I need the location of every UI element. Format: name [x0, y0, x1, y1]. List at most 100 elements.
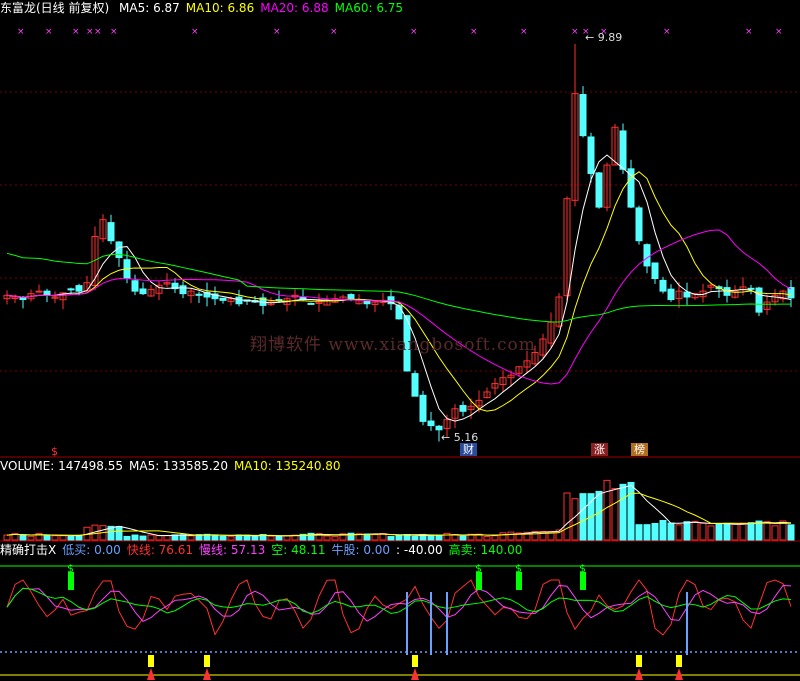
indicator-legend-item-3: 慢线: 57.13 — [199, 543, 266, 557]
bottom-triangle — [635, 668, 643, 680]
volume-panel-header: VOLUME: 147498.55 MA5: 133585.20 MA10: 135… — [0, 458, 353, 474]
volume-bar — [187, 535, 195, 541]
volume-bar — [643, 524, 651, 541]
indicator-legend-item-5: 牛股: 0.00 — [331, 543, 391, 557]
candle-body — [107, 222, 115, 242]
cai-badge: 财 — [460, 443, 477, 456]
volume-bar — [211, 534, 219, 541]
indicator-legend-item-2: 快线: 76.61 — [126, 543, 194, 557]
x-marker: × — [110, 27, 118, 37]
x-marker: × — [72, 27, 80, 37]
dollar-marker: $ — [51, 445, 58, 458]
candle-body — [635, 207, 643, 242]
volume-bar — [763, 521, 771, 541]
x-marker: × — [45, 27, 53, 37]
volume-bar — [3, 534, 11, 541]
candle-body — [307, 302, 315, 305]
volume-bar — [27, 535, 35, 541]
volume-bar — [59, 535, 67, 541]
bang-badge: 榜 — [631, 443, 648, 456]
kong-line — [6, 587, 792, 615]
volume-bar — [563, 492, 571, 541]
candle-body — [459, 405, 467, 412]
candle-body — [747, 287, 755, 290]
dollar-signal: $ — [579, 562, 586, 575]
watermark: 翔博软件 www.xiangbosoft.com — [250, 335, 536, 355]
volume-bar — [539, 530, 547, 541]
zhang-badge: 涨 — [591, 443, 608, 456]
volume-bar — [571, 498, 579, 541]
bottom-signal-bar — [676, 655, 682, 667]
indicator-legend: 精确打击X 低买: 0.00 快线: 76.61 慢线: 57.13 空: 48.11 牛… — [0, 543, 528, 557]
candle-body — [35, 290, 43, 293]
bottom-triangle — [675, 668, 683, 680]
candle-body — [195, 293, 203, 296]
candle-body — [427, 420, 435, 427]
volume-bar — [771, 525, 779, 541]
candle-body — [643, 244, 651, 267]
volume-bar — [723, 522, 731, 541]
volume-bar — [635, 524, 643, 541]
volume-bar — [443, 532, 451, 541]
x-marker: × — [94, 27, 102, 37]
volume-bar — [667, 522, 675, 541]
volume-bar — [499, 532, 507, 541]
dollar-signal: $ — [67, 562, 74, 575]
candle-body — [347, 294, 355, 301]
high-price-label: ← 9.89 — [585, 31, 623, 44]
candle-body — [43, 290, 51, 296]
volume-bar — [755, 520, 763, 541]
candle-body — [419, 394, 427, 422]
candle-body — [219, 297, 227, 301]
volume-bar — [275, 535, 283, 541]
candle-body — [667, 288, 675, 301]
volume-bar — [227, 536, 235, 541]
x-marker: × — [273, 27, 281, 37]
volume-bar — [659, 520, 667, 541]
price-panel-header: 东富龙(日线 前复权) MA5: 6.87 MA10: 6.86 MA20: 6.8… — [0, 0, 415, 16]
volume-bar — [611, 488, 619, 541]
ma-legend-item-1: MA10: 6.86 — [185, 1, 255, 15]
indicator-legend-item-7: 高卖: 140.00 — [448, 543, 523, 557]
bottom-signal-bar — [412, 655, 418, 667]
x-marker: × — [410, 27, 418, 37]
volume-bar — [147, 534, 155, 541]
x-marker: × — [470, 27, 478, 37]
x-marker: × — [330, 27, 338, 37]
volume-bar — [323, 535, 331, 541]
candle-body — [595, 172, 603, 208]
x-marker: × — [663, 27, 671, 37]
volume-bar — [603, 479, 611, 541]
bottom-triangle — [147, 668, 155, 680]
candle-body — [587, 136, 595, 174]
stock-title: 东富龙(日线 前复权) — [0, 1, 110, 15]
volume-bar — [219, 535, 227, 541]
x-marker: × — [86, 27, 94, 37]
volume-bar — [427, 534, 435, 541]
ma-legend-item-0: MA5: 6.87 — [119, 1, 180, 15]
x-marker: × — [571, 27, 579, 37]
volume-bar — [19, 534, 27, 541]
volume-bar — [251, 536, 259, 541]
volume-bar — [595, 490, 603, 541]
volume-legend-item-0: VOLUME: 147498.55 — [0, 459, 123, 473]
volume-bar — [483, 536, 491, 541]
candle-body — [411, 373, 419, 397]
volume-bar — [371, 534, 379, 541]
candle-body — [235, 296, 243, 305]
candle-body — [619, 130, 627, 170]
bottom-signal-bar — [148, 655, 154, 667]
indicator-legend-item-4: 空: 48.11 — [271, 543, 326, 557]
volume-bar — [747, 522, 755, 541]
volume-bar — [715, 523, 723, 541]
volume-bar — [163, 535, 171, 541]
volume-bar — [699, 522, 707, 541]
candle-body — [395, 305, 403, 320]
volume-bar — [411, 535, 419, 541]
volume-bar — [683, 521, 691, 541]
ma-legend-item-3: MA60: 6.75 — [334, 1, 404, 15]
x-marker: × — [745, 27, 753, 37]
candle-body — [363, 300, 371, 305]
candle-body — [659, 279, 667, 292]
candle-body — [131, 280, 139, 292]
